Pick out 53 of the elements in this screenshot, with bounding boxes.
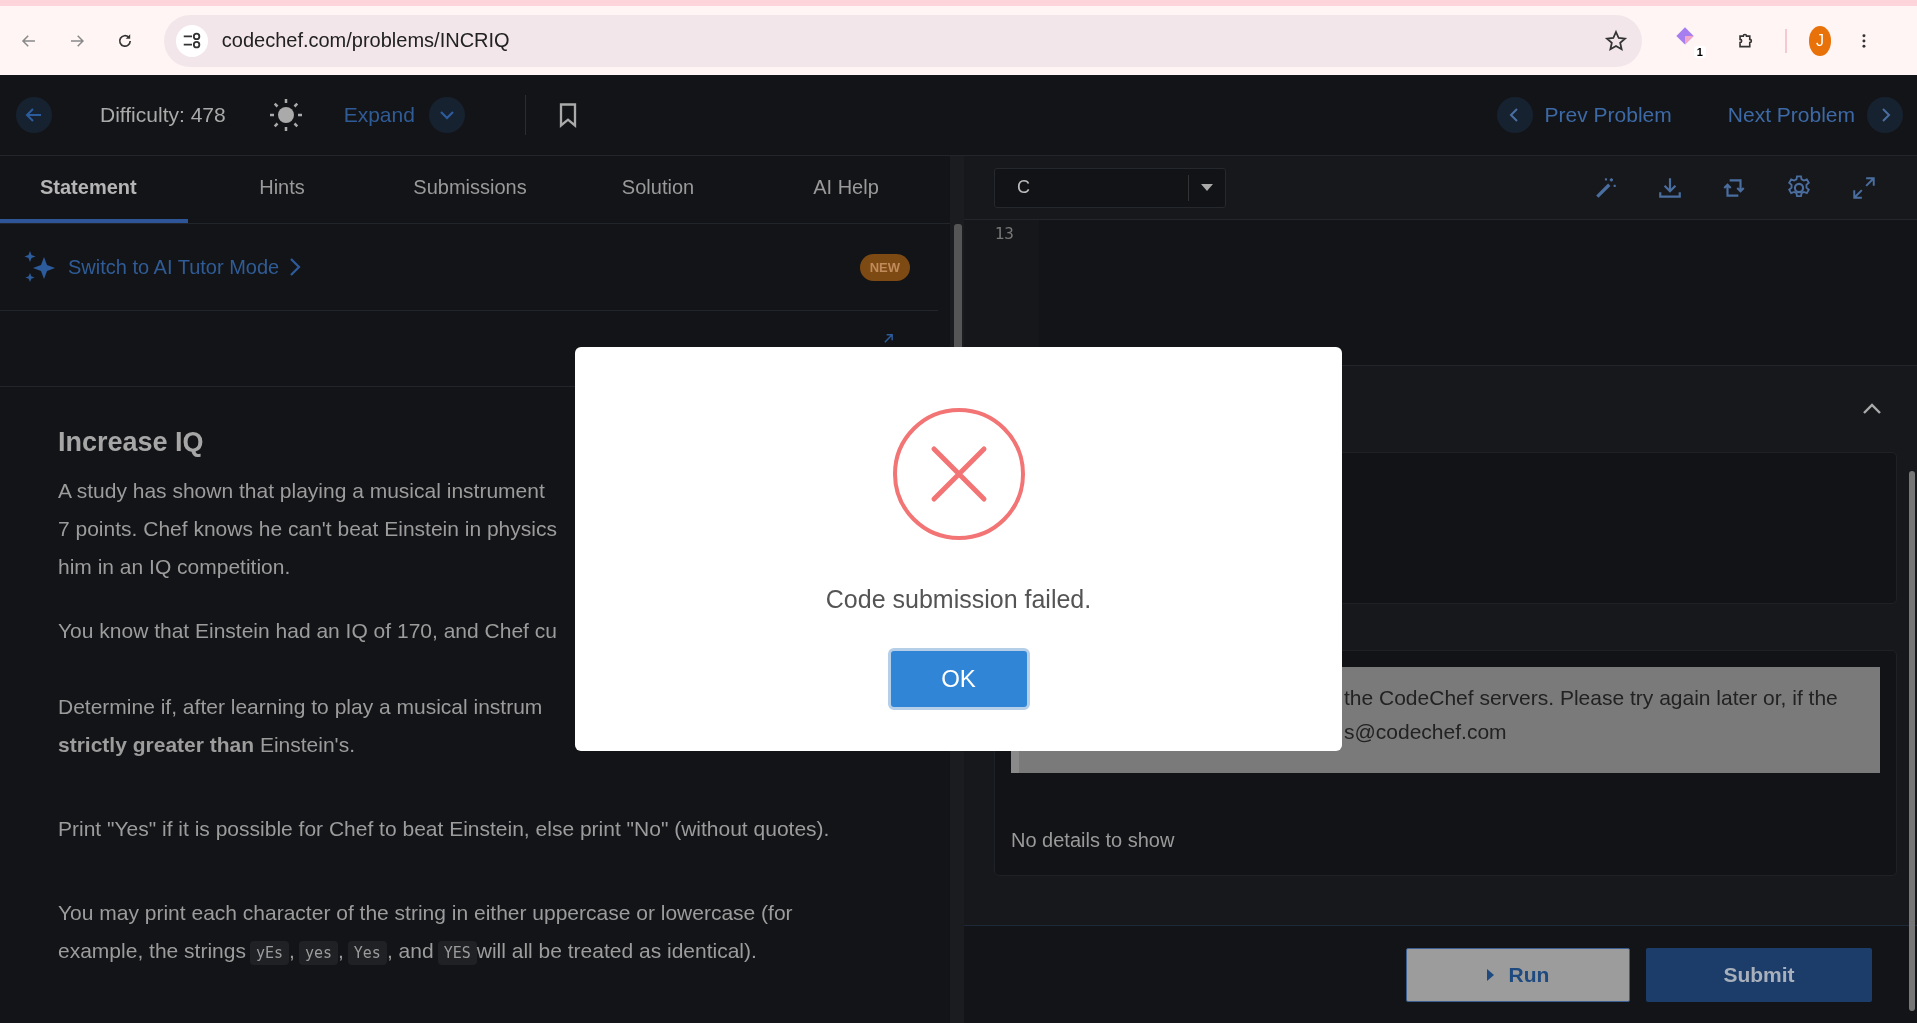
problem-text: , and <box>386 939 434 962</box>
problem-text: , <box>289 939 295 962</box>
prev-problem-link[interactable]: Prev Problem <box>1544 103 1672 127</box>
chevron-right-icon <box>289 257 302 277</box>
inline-code: YES <box>437 941 477 965</box>
inline-code: yes <box>298 941 338 965</box>
tab[interactable]: Submissions <box>376 156 564 223</box>
extension-button[interactable]: 1 <box>1671 23 1706 58</box>
problem-text: 7 points. Chef knows he can't beat Einstein in physics <box>58 516 558 542</box>
line-number: 13 <box>994 224 1014 243</box>
sun-icon[interactable] <box>267 97 304 133</box>
problem-text: Determine if, after learning to play a musical instrum <box>58 694 544 720</box>
dialog-message: Code submission failed. <box>825 585 1092 614</box>
extension-badge: 1 <box>1693 45 1706 58</box>
problem-text: will all be treated as identical). <box>476 939 757 962</box>
problem-text: You may print each character of the string in either uppercase or lowercase (for <box>58 900 794 926</box>
problem-text: Print "Yes" if it is possible for Chef to beat Einstein, else print "No" (without quotes). <box>58 816 831 842</box>
url-text: codechef.com/problems/INCRIQ <box>221 29 511 52</box>
problem-text: , <box>337 939 344 962</box>
problem-text: him in an IQ competition. <box>58 554 292 580</box>
chevron-left-icon[interactable] <box>1496 97 1533 133</box>
problem-text: strictly greater than Einstein's. <box>58 732 356 758</box>
ok-button[interactable]: OK <box>887 648 1030 710</box>
error-icon <box>891 407 1026 541</box>
tab[interactable]: Statement <box>0 156 188 223</box>
language-select[interactable]: C <box>994 167 1226 208</box>
tab[interactable]: Hints <box>188 156 376 223</box>
inline-code: yEs <box>249 941 290 965</box>
problem-title: Increase IQ <box>58 427 205 458</box>
chevron-up-icon[interactable] <box>1862 403 1882 415</box>
address-bar[interactable]: codechef.com/problems/INCRIQ <box>163 14 1642 67</box>
play-icon <box>1486 968 1495 981</box>
problem-text: example, the strings <box>58 939 246 962</box>
scrollbar[interactable] <box>1909 471 1915 1011</box>
external-link-icon[interactable] <box>883 333 894 344</box>
chevron-right-icon[interactable] <box>1867 97 1903 133</box>
caret-icon <box>1201 183 1213 192</box>
problem-text: A study has shown that playing a musical instrument <box>58 478 546 504</box>
fullscreen-icon[interactable] <box>1851 174 1877 201</box>
difficulty-label: Difficulty: 478 <box>100 103 226 127</box>
next-problem-link[interactable]: Next Problem <box>1727 103 1855 127</box>
error-message-text: the CodeChef servers. Please try again later or, if the <box>1344 685 1838 711</box>
error-message-text: s@codechef.com <box>1344 719 1507 745</box>
submit-button[interactable]: Submit <box>1646 947 1872 1002</box>
tab[interactable]: Solution <box>564 156 752 223</box>
site-settings-icon[interactable] <box>175 24 208 57</box>
chevron-down-icon[interactable] <box>428 97 465 133</box>
bookmark-star-icon[interactable] <box>1603 28 1628 53</box>
new-badge: NEW <box>859 253 910 281</box>
problem-text: You know that Einstein had an IQ of 170, and Chef cu <box>58 618 558 644</box>
no-details-text: No details to show <box>1011 829 1176 852</box>
inline-code: Yes <box>347 941 387 965</box>
tab[interactable]: AI Help <box>752 156 940 223</box>
